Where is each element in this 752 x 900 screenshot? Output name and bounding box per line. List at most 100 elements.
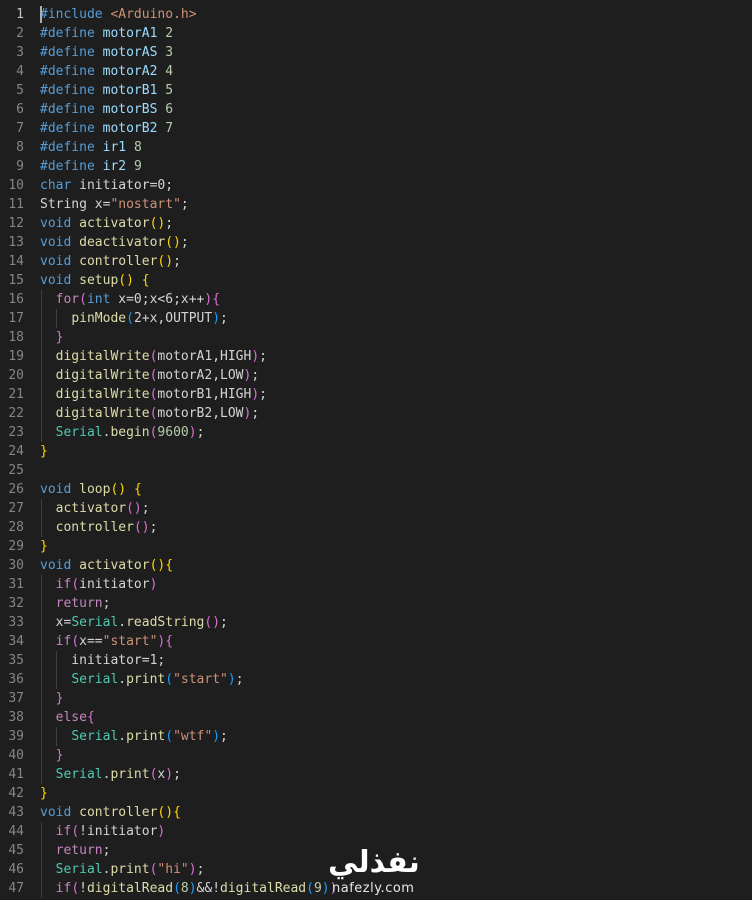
- code-line[interactable]: 41 Serial.print(x);: [0, 765, 752, 784]
- code-line[interactable]: 36 Serial.print("start");: [0, 670, 752, 689]
- code-token: setup: [79, 273, 119, 288]
- code-text: }: [40, 746, 64, 765]
- code-text: Serial.print(x);: [40, 765, 181, 784]
- code-line[interactable]: 33 x=Serial.readString();: [0, 613, 752, 632]
- code-line[interactable]: 1 #include <Arduino.h>: [0, 5, 752, 24]
- code-token: else: [55, 710, 87, 725]
- code-text: void controller(){: [40, 803, 181, 822]
- code-token: 2+x,OUTPUT: [133, 311, 213, 326]
- line-number: 41: [8, 767, 24, 782]
- code-token: <Arduino.h>: [110, 7, 197, 22]
- code-line[interactable]: 38 else{: [0, 708, 752, 727]
- code-token: {: [173, 805, 181, 820]
- code-line[interactable]: 22 digitalWrite(motorB2,LOW);: [0, 404, 752, 423]
- code-line[interactable]: 6 #define motorBS 6: [0, 100, 752, 119]
- code-token: (: [71, 824, 80, 839]
- line-number: 39: [8, 729, 24, 744]
- code-line[interactable]: 43 void controller(){: [0, 803, 752, 822]
- code-line[interactable]: 16 for(int x=0;x<6;x++){: [0, 290, 752, 309]
- code-token: void: [40, 805, 72, 820]
- code-token: if: [55, 824, 72, 839]
- code-token: if: [55, 634, 72, 649]
- line-number: 7: [16, 121, 24, 136]
- line-number: 22: [8, 406, 24, 421]
- code-token: (): [204, 615, 221, 630]
- code-line[interactable]: 4 #define motorA2 4: [0, 62, 752, 81]
- code-line[interactable]: 14 void controller();: [0, 252, 752, 271]
- code-token: ): [188, 881, 197, 896]
- code-line[interactable]: 32 return;: [0, 594, 752, 613]
- code-line[interactable]: 24}: [0, 442, 752, 461]
- code-token: (: [71, 577, 80, 592]
- code-line[interactable]: 44 if(!initiator): [0, 822, 752, 841]
- code-line[interactable]: 26 void loop() {: [0, 480, 752, 499]
- code-line[interactable]: 29}: [0, 537, 752, 556]
- code-token: initiator=0;: [71, 178, 174, 193]
- indent-guide: [41, 499, 42, 537]
- code-line[interactable]: 34 if(x=="start"){: [0, 632, 752, 651]
- code-token: motorB2,LOW: [157, 406, 244, 421]
- code-line[interactable]: 2 #define motorA1 2: [0, 24, 752, 43]
- code-line[interactable]: 17 pinMode(2+x,OUTPUT);: [0, 309, 752, 328]
- code-line[interactable]: 30 void activator(){: [0, 556, 752, 575]
- indent-guide: [41, 290, 42, 442]
- line-number: 37: [8, 691, 24, 706]
- code-line[interactable]: 13 void deactivator();: [0, 233, 752, 252]
- code-text: }: [40, 784, 48, 803]
- code-line[interactable]: 28 controller();: [0, 518, 752, 537]
- code-line[interactable]: 12 void activator();: [0, 214, 752, 233]
- code-line[interactable]: 25: [0, 461, 752, 480]
- code-token: }: [40, 786, 48, 801]
- code-token: Serial: [71, 729, 119, 744]
- code-token: {: [86, 710, 95, 725]
- code-line[interactable]: 3 #define motorAS 3: [0, 43, 752, 62]
- watermark-logo: نفذلي nafezly.com: [320, 846, 430, 900]
- code-token: {: [165, 558, 174, 573]
- code-line[interactable]: 23 Serial.begin(9600);: [0, 423, 752, 442]
- code-text: }: [40, 537, 48, 556]
- code-token: void: [40, 482, 72, 497]
- code-line[interactable]: 8 #define ir1 8: [0, 138, 752, 157]
- code-text: #define motorA2 4: [40, 62, 173, 81]
- code-editor[interactable]: 1 #include <Arduino.h> 2 #define motorA1 23…: [0, 5, 752, 900]
- code-line[interactable]: 39 Serial.print("wtf");: [0, 727, 752, 746]
- code-line[interactable]: 37 }: [0, 689, 752, 708]
- code-line[interactable]: 27 activator();: [0, 499, 752, 518]
- code-token: void: [40, 216, 72, 231]
- code-line[interactable]: 35 initiator=1;: [0, 651, 752, 670]
- code-line[interactable]: 19 digitalWrite(motorA1,HIGH);: [0, 347, 752, 366]
- line-number: 13: [8, 235, 24, 250]
- code-line[interactable]: 40 }: [0, 746, 752, 765]
- code-token: digitalRead: [86, 881, 174, 896]
- code-token: {: [141, 273, 150, 288]
- code-line[interactable]: 7 #define motorB2 7: [0, 119, 752, 138]
- line-number: 42: [8, 786, 24, 801]
- code-token: }: [40, 539, 48, 554]
- code-token: &&!: [196, 881, 221, 896]
- code-line[interactable]: 11 String x="nostart";: [0, 195, 752, 214]
- code-line[interactable]: 15 void setup() {: [0, 271, 752, 290]
- code-line[interactable]: 20 digitalWrite(motorA2,LOW);: [0, 366, 752, 385]
- code-token: ): [212, 311, 221, 326]
- code-line[interactable]: 42}: [0, 784, 752, 803]
- code-text: #define ir2 9: [40, 157, 142, 176]
- code-text: Serial.print("hi");: [40, 860, 205, 879]
- code-line[interactable]: 21 digitalWrite(motorB1,HIGH);: [0, 385, 752, 404]
- code-line[interactable]: 10 char initiator=0;: [0, 176, 752, 195]
- code-line[interactable]: 18 }: [0, 328, 752, 347]
- line-number: 25: [8, 463, 24, 478]
- code-line[interactable]: 5 #define motorB1 5: [0, 81, 752, 100]
- code-line[interactable]: 31 if(initiator): [0, 575, 752, 594]
- code-token: ): [188, 862, 197, 877]
- code-line[interactable]: 9 #define ir2 9: [0, 157, 752, 176]
- code-token: digitalRead: [220, 881, 307, 896]
- code-token: ): [188, 425, 197, 440]
